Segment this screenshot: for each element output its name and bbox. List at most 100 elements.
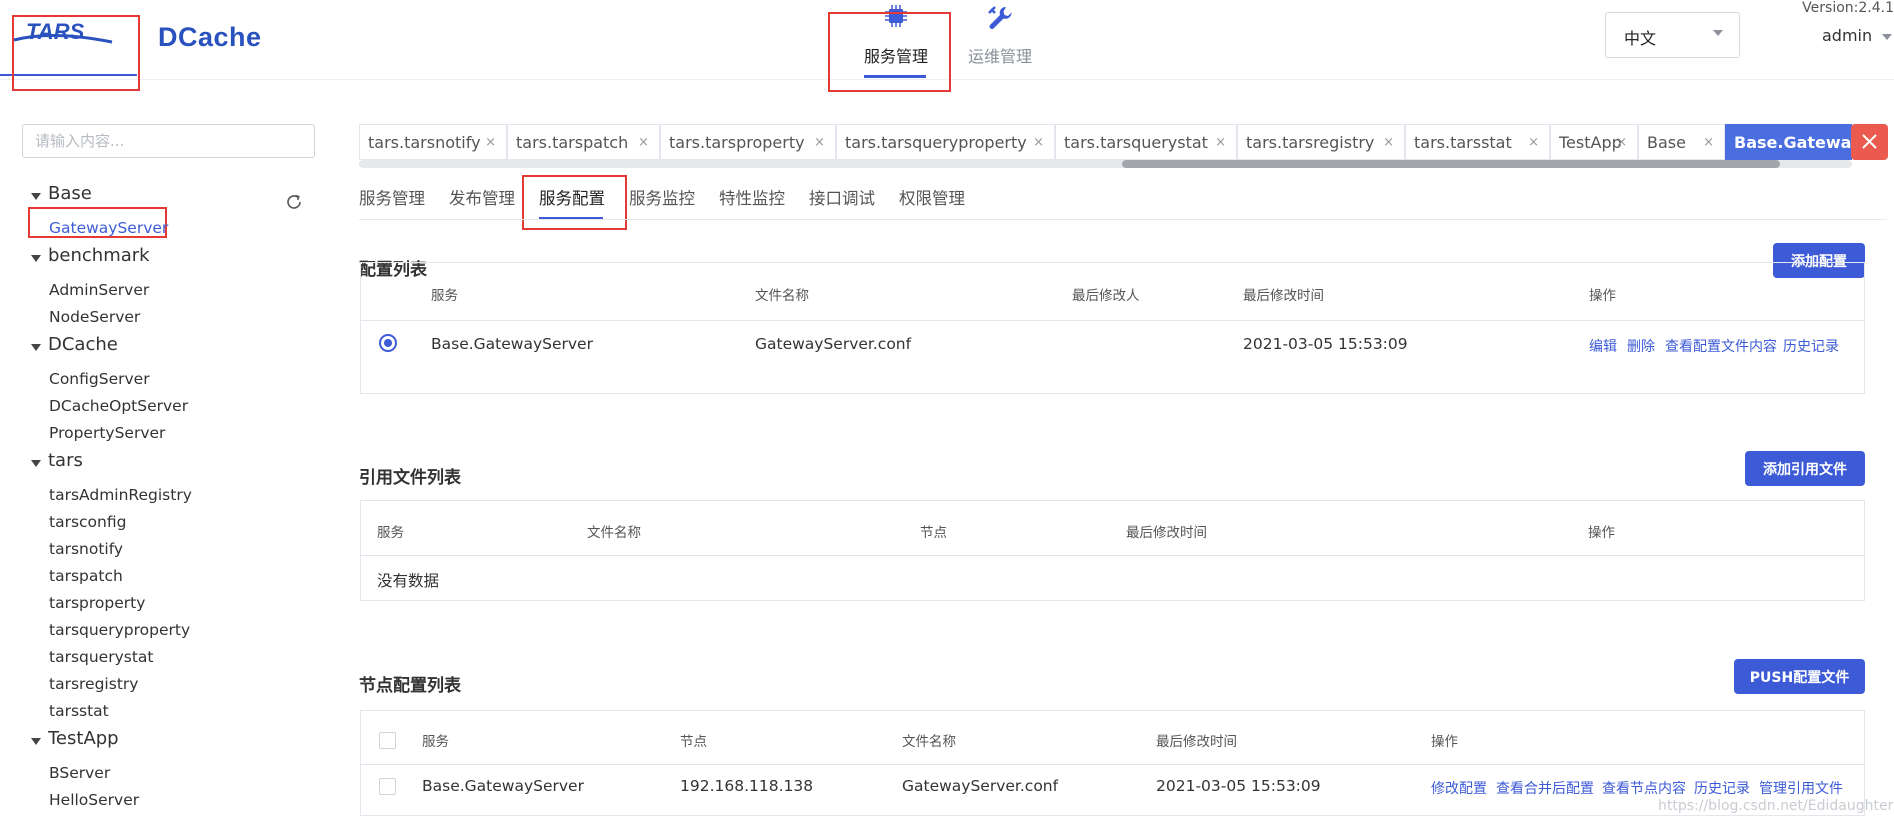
tree-item[interactable]: tarspatch bbox=[28, 563, 288, 590]
caret-down-icon bbox=[31, 255, 41, 262]
nav-service-management[interactable]: 服务管理 bbox=[840, 0, 952, 80]
history-link[interactable]: 历史记录 bbox=[1783, 336, 1839, 356]
tree-item[interactable]: ConfigServer bbox=[28, 366, 288, 393]
tree-group-header[interactable]: Base bbox=[28, 180, 288, 215]
tab-item[interactable]: tars.tarsregistry × bbox=[1237, 124, 1405, 160]
history-link[interactable]: 历史记录 bbox=[1694, 778, 1750, 798]
tab-item[interactable]: Base.GatewayServer× bbox=[1725, 124, 1852, 160]
tars-logo-text: TARS bbox=[26, 19, 85, 44]
column-header: 文件名称 bbox=[755, 288, 809, 304]
subtab-item[interactable]: 服务配置 bbox=[539, 185, 605, 209]
tree-item[interactable]: BServer bbox=[28, 760, 288, 787]
tree-group-header[interactable]: tars bbox=[28, 447, 288, 482]
tree-item[interactable]: tarsqueryproperty bbox=[28, 617, 288, 644]
tree-item[interactable]: tarsquerystat bbox=[28, 644, 288, 671]
tab-item[interactable]: Base × bbox=[1638, 124, 1725, 160]
subtab-item[interactable]: 服务监控 bbox=[629, 185, 695, 209]
tree-group-header[interactable]: DCache bbox=[28, 331, 288, 366]
version-label: Version:2.4.1 bbox=[1802, 0, 1894, 16]
tree-item[interactable]: tarsAdminRegistry bbox=[28, 482, 288, 509]
tree-item[interactable]: tarsconfig bbox=[28, 509, 288, 536]
tab-item[interactable]: tars.tarsquerystat × bbox=[1055, 124, 1237, 160]
tab-item[interactable]: tars.tarsproperty × bbox=[660, 124, 836, 160]
row-radio[interactable] bbox=[379, 334, 397, 352]
caret-down-icon bbox=[1713, 30, 1723, 36]
tree-item[interactable]: GatewayServer bbox=[28, 215, 288, 242]
tree-item[interactable]: AdminServer bbox=[28, 277, 288, 304]
close-icon[interactable]: × bbox=[1528, 125, 1539, 161]
tab-item[interactable]: TestApp × bbox=[1550, 124, 1638, 160]
tree-item[interactable]: tarsproperty bbox=[28, 590, 288, 617]
table-row[interactable]: Base.GatewayServer GatewayServer.conf 20… bbox=[361, 321, 1864, 368]
subtab-item[interactable]: 特性监控 bbox=[719, 185, 785, 209]
manage-ref-files-link[interactable]: 管理引用文件 bbox=[1759, 778, 1843, 798]
language-value: 中文 bbox=[1624, 29, 1657, 48]
tree-item[interactable]: tarsnotify bbox=[28, 536, 288, 563]
modify-config-link[interactable]: 修改配置 bbox=[1431, 778, 1487, 798]
table-row[interactable]: Base.GatewayServer 192.168.118.138 Gatew… bbox=[361, 765, 1864, 815]
push-config-button[interactable]: PUSH配置文件 bbox=[1734, 659, 1865, 694]
select-all-checkbox[interactable] bbox=[379, 732, 396, 749]
delete-link[interactable]: 删除 bbox=[1627, 336, 1655, 356]
column-header: 操作 bbox=[1588, 525, 1615, 541]
tab-item[interactable]: tars.tarsqueryproperty × bbox=[836, 124, 1055, 160]
close-icon[interactable]: × bbox=[1616, 125, 1627, 161]
language-select[interactable]: 中文 bbox=[1605, 12, 1740, 58]
tree-item[interactable]: tarsregistry bbox=[28, 671, 288, 698]
tree-group: DCache ConfigServer DCacheOptServer Propert… bbox=[28, 331, 288, 447]
config-table-header: 服务 文件名称 最后修改人 最后修改时间 操作 bbox=[361, 263, 1864, 321]
subtab-item[interactable]: 接口调试 bbox=[809, 185, 875, 209]
ref-list-title: 引用文件列表 bbox=[359, 468, 461, 488]
tree-item[interactable]: NodeServer bbox=[28, 304, 288, 331]
subtab-active-underline bbox=[539, 217, 603, 219]
tree-group-header[interactable]: benchmark bbox=[28, 242, 288, 277]
nav-ops-management[interactable]: 运维管理 bbox=[948, 0, 1052, 80]
close-icon[interactable]: × bbox=[1383, 125, 1394, 161]
close-all-tabs-button[interactable] bbox=[1851, 124, 1888, 160]
column-header: 操作 bbox=[1589, 288, 1616, 304]
nav-ops-label: 运维管理 bbox=[967, 47, 1032, 66]
close-icon[interactable]: × bbox=[485, 125, 496, 161]
close-icon[interactable]: × bbox=[638, 125, 649, 161]
tree-group: Base GatewayServer bbox=[28, 180, 288, 242]
column-header: 服务 bbox=[431, 288, 458, 304]
view-merged-config-link[interactable]: 查看合并后配置 bbox=[1496, 778, 1594, 798]
service-subtabs: 服务管理 发布管理 服务配置 服务监控 特性监控 接口调试 权限管理 bbox=[359, 175, 1887, 220]
column-header: 最后修改时间 bbox=[1126, 525, 1207, 541]
subtab-item[interactable]: 权限管理 bbox=[899, 185, 965, 209]
caret-down-icon bbox=[31, 738, 41, 745]
view-config-link[interactable]: 查看配置文件内容 bbox=[1665, 336, 1777, 356]
tree-group-header[interactable]: TestApp bbox=[28, 725, 288, 760]
tree-item[interactable]: tarsstat bbox=[28, 698, 288, 725]
column-header: 最后修改时间 bbox=[1156, 734, 1237, 750]
add-ref-file-button[interactable]: 添加引用文件 bbox=[1745, 451, 1865, 486]
row-checkbox[interactable] bbox=[379, 778, 396, 795]
subtab-item[interactable]: 服务管理 bbox=[359, 185, 425, 209]
tabs-scrollbar-thumb[interactable] bbox=[1122, 160, 1780, 168]
dcache-logo[interactable]: DCache bbox=[158, 22, 262, 53]
tab-label: tars.tarsstat bbox=[1414, 133, 1512, 152]
view-node-content-link[interactable]: 查看节点内容 bbox=[1602, 778, 1686, 798]
tab-item[interactable]: tars.tarsstat × bbox=[1405, 124, 1550, 160]
tree-item[interactable]: DCacheOptServer bbox=[28, 393, 288, 420]
cell-node: 192.168.118.138 bbox=[680, 777, 814, 795]
close-icon[interactable]: × bbox=[1215, 125, 1226, 161]
column-header: 服务 bbox=[377, 525, 404, 541]
user-menu[interactable]: admin bbox=[1822, 26, 1893, 45]
close-icon[interactable]: × bbox=[814, 125, 825, 161]
cell-time: 2021-03-05 15:53:09 bbox=[1156, 777, 1321, 795]
tree-group: tars tarsAdminRegistry tarsconfig tarsnotif… bbox=[28, 447, 288, 725]
edit-link[interactable]: 编辑 bbox=[1589, 336, 1617, 356]
tree-item[interactable]: HelloServer bbox=[28, 787, 288, 814]
tree-search-input[interactable] bbox=[22, 124, 315, 158]
tars-logo[interactable]: TARS bbox=[12, 14, 140, 90]
subtab-item[interactable]: 发布管理 bbox=[449, 185, 515, 209]
tab-item[interactable]: tars.tarspatch × bbox=[507, 124, 660, 160]
tab-label: tars.tarsqueryproperty bbox=[845, 133, 1027, 152]
tree-item[interactable]: PropertyServer bbox=[28, 420, 288, 447]
tab-item[interactable]: tars.tarsnotify × bbox=[359, 124, 507, 160]
tab-label: tars.tarsproperty bbox=[669, 133, 805, 152]
close-icon[interactable]: × bbox=[1703, 125, 1714, 161]
config-table: 服务 文件名称 最后修改人 最后修改时间 操作 Base.GatewayServ… bbox=[360, 262, 1865, 394]
close-icon[interactable]: × bbox=[1033, 125, 1044, 161]
